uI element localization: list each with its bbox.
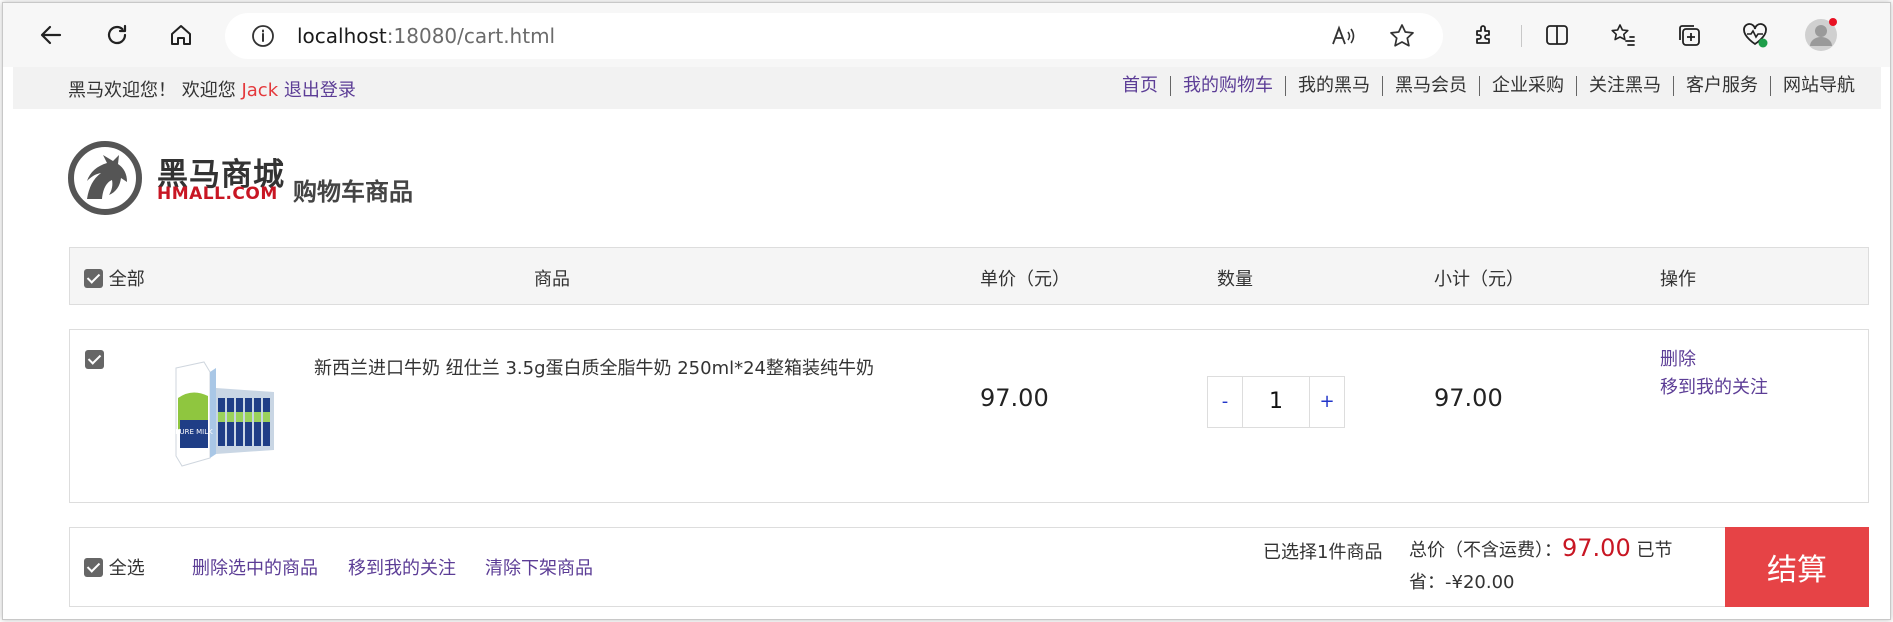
header-subtotal: 小计（元）: [1434, 269, 1524, 290]
item-name-link[interactable]: 新西兰进口牛奶 纽仕兰 3.5g蛋白质全脂牛奶 250ml*24整箱装纯牛奶: [314, 354, 874, 380]
welcome-text: 黑马欢迎您！ 欢迎您: [68, 80, 242, 101]
split-screen-icon[interactable]: [1539, 17, 1575, 53]
site-logo-subtitle: HMALL.COM: [157, 184, 278, 204]
total-label: 总价（不含运费）：: [1409, 540, 1562, 561]
total-amount: 97.00: [1562, 534, 1631, 562]
footer-select-all[interactable]: 全选: [84, 554, 145, 580]
welcome-area: 黑马欢迎您！ 欢迎您 Jack 退出登录: [68, 76, 356, 102]
address-bar[interactable]: localhost:18080/cart.html: [225, 13, 1443, 59]
delete-item-link[interactable]: 删除: [1660, 346, 1768, 374]
nav-my-heima-link[interactable]: 我的黑马: [1285, 76, 1382, 96]
favorite-star-icon[interactable]: [1389, 23, 1415, 53]
nav-service-link[interactable]: 客户服务: [1673, 76, 1770, 96]
checkout-button[interactable]: 结算: [1725, 527, 1869, 607]
footer-select-all-checkbox[interactable]: [84, 558, 103, 577]
quantity-input[interactable]: 1: [1242, 377, 1310, 427]
back-icon[interactable]: [33, 17, 69, 53]
product-package-text: PURE MILK: [175, 428, 213, 436]
select-all-checkbox[interactable]: [84, 269, 103, 288]
nav-home-link[interactable]: 首页: [1110, 76, 1170, 96]
nav-enterprise-link[interactable]: 企业采购: [1479, 76, 1576, 96]
url-host: localhost: [297, 24, 387, 48]
page-title: 购物车商品: [293, 178, 413, 206]
username-link[interactable]: Jack: [241, 80, 278, 101]
info-icon[interactable]: [251, 24, 275, 52]
collections-icon[interactable]: [1671, 17, 1707, 53]
clear-offline-link[interactable]: 清除下架商品: [485, 554, 593, 580]
saved-amount: -¥20.00: [1445, 572, 1515, 593]
header-select-all[interactable]: 全部: [84, 265, 145, 291]
nav-follow-link[interactable]: 关注黑马: [1576, 76, 1673, 96]
nav-my-cart-link[interactable]: 我的购物车: [1170, 76, 1285, 96]
url-path: :18080/cart.html: [386, 24, 556, 48]
cart-summary-bar: 全选 删除选中的商品 移到我的关注 清除下架商品 已选择1件商品 总价（不含运费…: [69, 527, 1869, 607]
quantity-plus-button[interactable]: +: [1310, 377, 1344, 427]
header-product: 商品: [534, 269, 570, 290]
footer-select-all-label: 全选: [108, 558, 145, 579]
footer-move-to-follow-link[interactable]: 移到我的关注: [348, 554, 456, 580]
browser-toolbar: localhost:18080/cart.html: [3, 3, 1890, 67]
header-operations: 操作: [1660, 269, 1696, 290]
home-icon[interactable]: [163, 17, 199, 53]
extensions-icon[interactable]: [1467, 17, 1503, 53]
item-operations: 删除 移到我的关注: [1660, 346, 1768, 402]
nav-sitemap-link[interactable]: 网站导航: [1770, 76, 1867, 96]
item-unit-price: 97.00: [980, 384, 1049, 412]
product-thumbnail[interactable]: PURE MILK: [158, 358, 278, 468]
logout-link[interactable]: 退出登录: [278, 80, 356, 101]
url-text: localhost:18080/cart.html: [297, 24, 555, 48]
top-shortcut-bar: 黑马欢迎您！ 欢迎您 Jack 退出登录 首页 我的购物车 我的黑马 黑马会员 …: [13, 67, 1881, 109]
delete-selected-link[interactable]: 删除选中的商品: [192, 554, 318, 580]
quantity-stepper: - 1 +: [1207, 376, 1345, 428]
item-subtotal: 97.00: [1434, 384, 1503, 412]
read-aloud-icon[interactable]: [1331, 24, 1357, 52]
horse-logo-icon[interactable]: [67, 141, 143, 219]
nav-member-link[interactable]: 黑马会员: [1382, 76, 1479, 96]
total-price-area: 总价（不含运费）：97.00 已节省：-¥20.00: [1409, 532, 1709, 599]
profile-avatar-icon[interactable]: [1803, 17, 1839, 53]
header-all-label: 全部: [108, 269, 145, 290]
refresh-icon[interactable]: [99, 17, 135, 53]
browser-window: localhost:18080/cart.html 黑马欢迎您！ 欢迎您 Jac…: [2, 2, 1891, 620]
selected-count: 已选择1件商品: [1263, 542, 1383, 563]
cart-item-row: PURE MILK 新西兰进口牛奶 纽仕兰 3.5g蛋白质全脂牛奶 250ml*…: [69, 329, 1869, 503]
toolbar-divider: [1521, 25, 1522, 47]
header-unit-price: 单价（元）: [980, 269, 1070, 290]
quantity-minus-button[interactable]: -: [1208, 377, 1242, 427]
cart-table-header: 全部 商品 单价（元） 数量 小计（元） 操作: [69, 247, 1869, 305]
favorites-icon[interactable]: [1605, 17, 1641, 53]
shortcut-nav: 首页 我的购物车 我的黑马 黑马会员 企业采购 关注黑马 客户服务 网站导航: [1110, 76, 1867, 96]
move-to-follow-link[interactable]: 移到我的关注: [1660, 374, 1768, 402]
item-checkbox[interactable]: [85, 350, 104, 369]
header-quantity: 数量: [1217, 269, 1253, 290]
browser-essentials-icon[interactable]: [1737, 17, 1773, 53]
